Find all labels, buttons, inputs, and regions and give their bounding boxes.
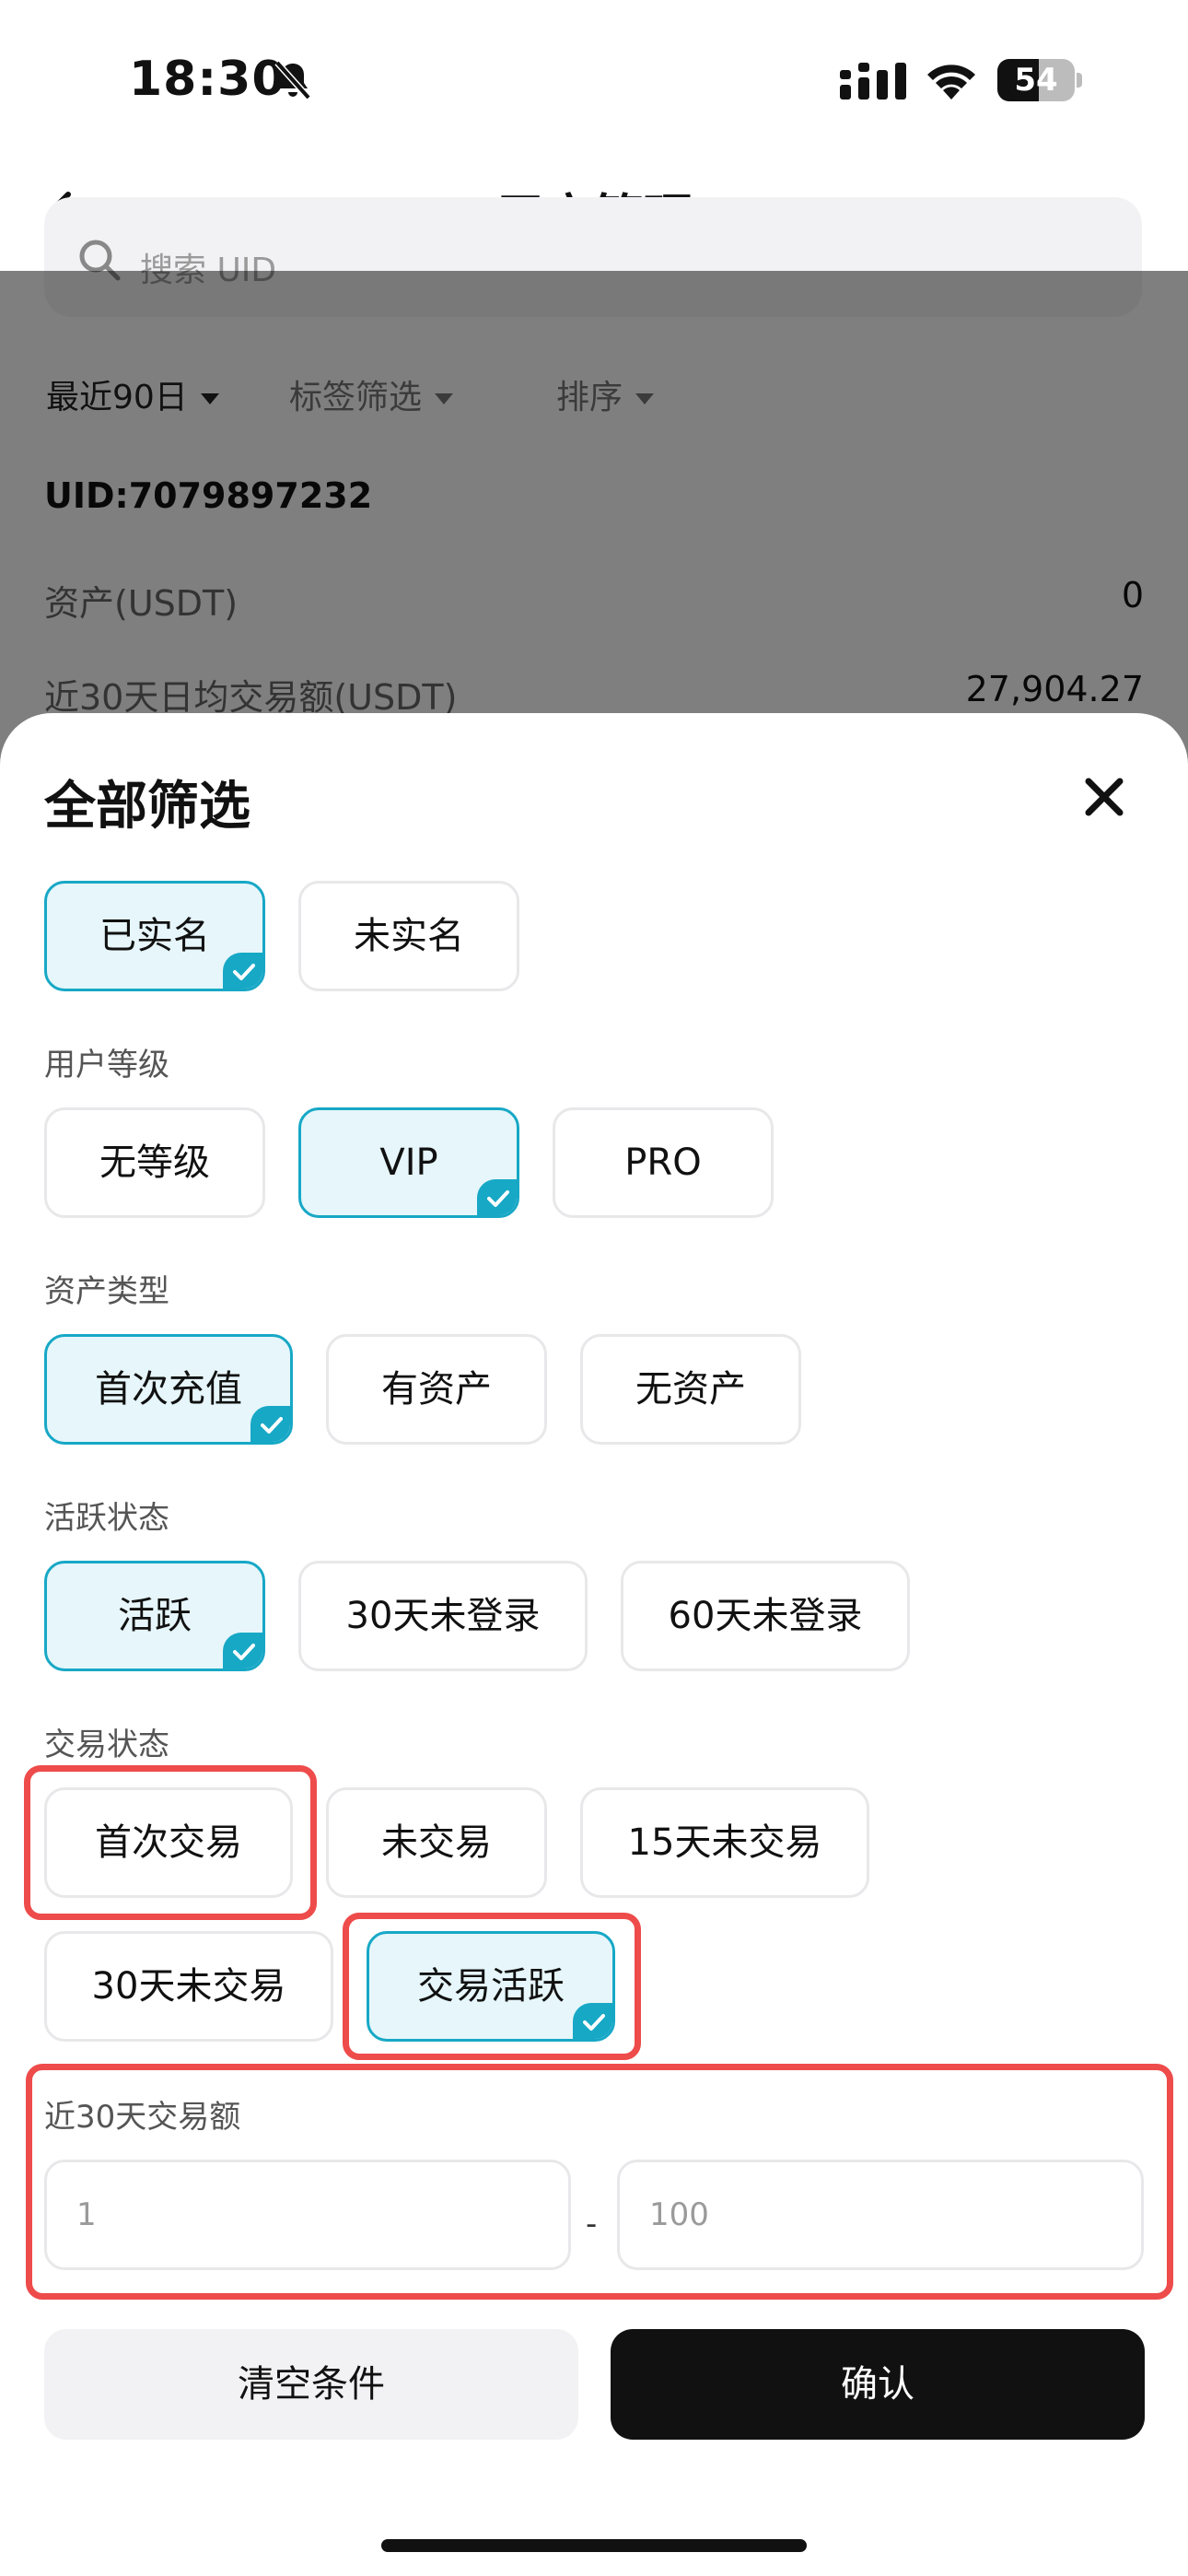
chip-label: PRO [624,1142,702,1184]
battery-icon: 54 [997,59,1082,101]
status-bar: 18:30 54 [0,0,1188,147]
chip-label: 30天未登录 [345,1595,541,1637]
chip-label: 活跃 [118,1595,192,1637]
highlight-box-trade-active [343,1913,641,2060]
chip-label: 30天未交易 [91,1965,286,2008]
chip-label: 无资产 [635,1368,746,1411]
confirm-button[interactable]: 确认 [611,2329,1145,2440]
check-icon [223,953,262,989]
chip-vip[interactable]: VIP [298,1107,519,1218]
volume-max-input[interactable]: 100 [617,2160,1144,2270]
chip-label: 首次充值 [95,1368,242,1411]
chip-active[interactable]: 活跃 [44,1561,265,1671]
volume-min-input[interactable]: 1 [44,2160,571,2270]
volume-section-title: 近30天交易额 [44,2099,241,2136]
check-icon [223,1633,262,1669]
chip-15d-no-trade[interactable]: 15天未交易 [580,1787,869,1898]
chip-has-assets[interactable]: 有资产 [326,1334,547,1445]
check-icon [477,1179,517,1215]
close-icon[interactable] [1083,776,1125,818]
check-icon [250,1406,290,1442]
chip-verified[interactable]: 已实名 [44,881,265,991]
activity-section-title: 活跃状态 [44,1500,169,1537]
chip-first-deposit[interactable]: 首次充值 [44,1334,293,1445]
range-separator: - [586,2206,598,2242]
chip-label: 无等级 [99,1142,210,1184]
chip-label: 有资产 [381,1368,492,1411]
chip-unverified[interactable]: 未实名 [298,881,519,991]
home-indicator [381,2539,807,2552]
chip-label: 已实名 [99,915,210,957]
chip-30d-no-trade[interactable]: 30天未交易 [44,1931,333,2042]
chip-label: VIP [379,1142,438,1184]
chip-60d-no-login[interactable]: 60天未登录 [621,1561,910,1671]
highlight-box-first-trade [24,1765,317,1920]
chip-label: 未交易 [381,1821,492,1864]
bell-slash-icon [274,60,311,100]
filter-sheet: 全部筛选 已实名 未实名 用户等级 无等级 VIP PRO 资产类型 首次充值 … [0,713,1188,2576]
wifi-icon [927,64,975,100]
clear-button[interactable]: 清空条件 [44,2329,578,2440]
level-section-title: 用户等级 [44,1047,169,1083]
chip-label: 15天未交易 [627,1821,822,1864]
chip-pro[interactable]: PRO [553,1107,774,1218]
asset-type-section-title: 资产类型 [44,1273,169,1310]
chip-30d-no-login[interactable]: 30天未登录 [298,1561,588,1671]
chip-no-assets[interactable]: 无资产 [580,1334,801,1445]
status-time: 18:30 [129,52,286,107]
signal-icon [840,63,906,100]
trading-section-title: 交易状态 [44,1727,169,1763]
sheet-title: 全部筛选 [44,777,250,837]
chip-label: 未实名 [354,915,464,957]
battery-percent: 54 [1014,62,1058,99]
chip-no-trade[interactable]: 未交易 [326,1787,547,1898]
chip-label: 60天未登录 [668,1595,863,1637]
chip-no-level[interactable]: 无等级 [44,1107,265,1218]
